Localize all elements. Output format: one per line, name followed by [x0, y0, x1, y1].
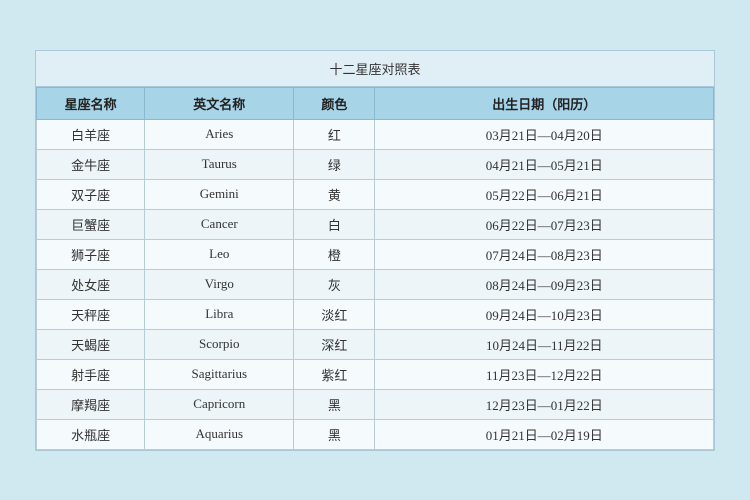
cell-color: 绿	[294, 149, 375, 179]
cell-color: 红	[294, 119, 375, 149]
table-row: 双子座Gemini黄05月22日—06月21日	[37, 179, 714, 209]
cell-en-name: Leo	[145, 239, 294, 269]
cell-en-name: Virgo	[145, 269, 294, 299]
table-header-row: 星座名称 英文名称 颜色 出生日期（阳历）	[37, 87, 714, 119]
cell-color: 灰	[294, 269, 375, 299]
cell-color: 黑	[294, 419, 375, 449]
cell-date: 05月22日—06月21日	[375, 179, 714, 209]
cell-en-name: Cancer	[145, 209, 294, 239]
table-row: 巨蟹座Cancer白06月22日—07月23日	[37, 209, 714, 239]
cell-en-name: Capricorn	[145, 389, 294, 419]
table-row: 摩羯座Capricorn黑12月23日—01月22日	[37, 389, 714, 419]
cell-date: 11月23日—12月22日	[375, 359, 714, 389]
cell-zh-name: 射手座	[37, 359, 145, 389]
cell-en-name: Taurus	[145, 149, 294, 179]
page-title: 十二星座对照表	[36, 51, 714, 87]
cell-en-name: Aquarius	[145, 419, 294, 449]
cell-date: 03月21日—04月20日	[375, 119, 714, 149]
table-row: 天秤座Libra淡红09月24日—10月23日	[37, 299, 714, 329]
table-row: 天蝎座Scorpio深红10月24日—11月22日	[37, 329, 714, 359]
cell-en-name: Aries	[145, 119, 294, 149]
cell-date: 07月24日—08月23日	[375, 239, 714, 269]
cell-zh-name: 狮子座	[37, 239, 145, 269]
cell-zh-name: 处女座	[37, 269, 145, 299]
cell-zh-name: 双子座	[37, 179, 145, 209]
table-row: 白羊座Aries红03月21日—04月20日	[37, 119, 714, 149]
cell-color: 黑	[294, 389, 375, 419]
cell-zh-name: 白羊座	[37, 119, 145, 149]
header-zh-name: 星座名称	[37, 87, 145, 119]
cell-date: 12月23日—01月22日	[375, 389, 714, 419]
cell-zh-name: 天蝎座	[37, 329, 145, 359]
cell-zh-name: 天秤座	[37, 299, 145, 329]
cell-color: 橙	[294, 239, 375, 269]
cell-date: 04月21日—05月21日	[375, 149, 714, 179]
table-row: 射手座Sagittarius紫红11月23日—12月22日	[37, 359, 714, 389]
cell-date: 10月24日—11月22日	[375, 329, 714, 359]
cell-zh-name: 巨蟹座	[37, 209, 145, 239]
cell-zh-name: 水瓶座	[37, 419, 145, 449]
table-row: 金牛座Taurus绿04月21日—05月21日	[37, 149, 714, 179]
cell-en-name: Scorpio	[145, 329, 294, 359]
cell-en-name: Sagittarius	[145, 359, 294, 389]
cell-date: 06月22日—07月23日	[375, 209, 714, 239]
table-body: 白羊座Aries红03月21日—04月20日金牛座Taurus绿04月21日—0…	[37, 119, 714, 449]
cell-color: 深红	[294, 329, 375, 359]
cell-zh-name: 摩羯座	[37, 389, 145, 419]
cell-en-name: Libra	[145, 299, 294, 329]
zodiac-table: 星座名称 英文名称 颜色 出生日期（阳历） 白羊座Aries红03月21日—04…	[36, 87, 714, 450]
cell-date: 08月24日—09月23日	[375, 269, 714, 299]
table-row: 狮子座Leo橙07月24日—08月23日	[37, 239, 714, 269]
header-date: 出生日期（阳历）	[375, 87, 714, 119]
cell-color: 淡红	[294, 299, 375, 329]
header-color: 颜色	[294, 87, 375, 119]
cell-color: 白	[294, 209, 375, 239]
cell-date: 09月24日—10月23日	[375, 299, 714, 329]
table-row: 水瓶座Aquarius黑01月21日—02月19日	[37, 419, 714, 449]
cell-color: 黄	[294, 179, 375, 209]
main-container: 十二星座对照表 星座名称 英文名称 颜色 出生日期（阳历） 白羊座Aries红0…	[35, 50, 715, 451]
cell-zh-name: 金牛座	[37, 149, 145, 179]
cell-date: 01月21日—02月19日	[375, 419, 714, 449]
header-en-name: 英文名称	[145, 87, 294, 119]
table-row: 处女座Virgo灰08月24日—09月23日	[37, 269, 714, 299]
cell-en-name: Gemini	[145, 179, 294, 209]
cell-color: 紫红	[294, 359, 375, 389]
